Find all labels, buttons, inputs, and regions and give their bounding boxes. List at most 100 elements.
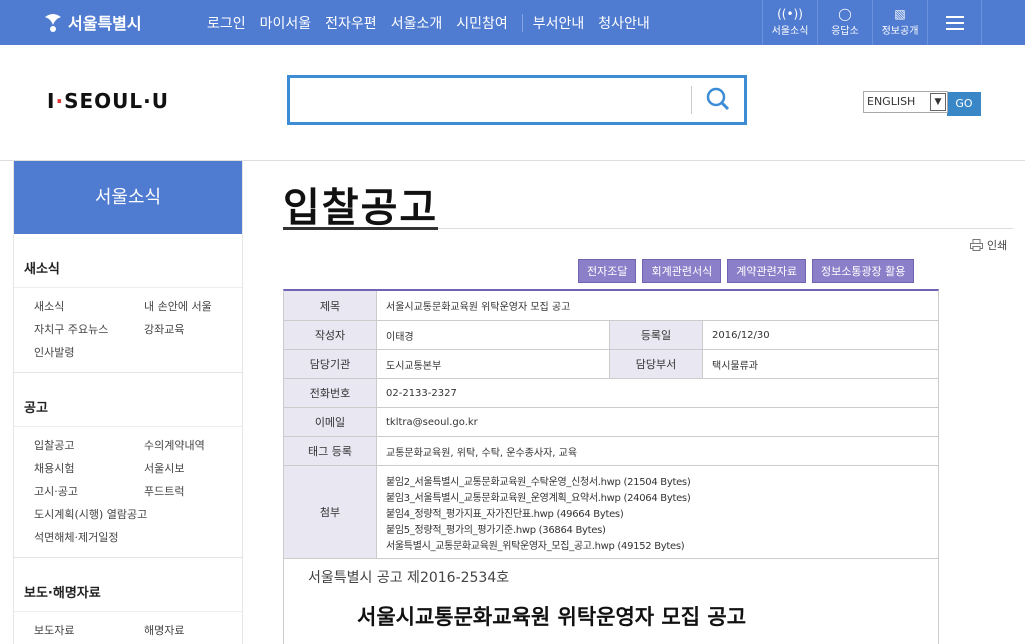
date-value: 2016/12/30	[712, 329, 770, 341]
print-button[interactable]: 인쇄	[970, 237, 1007, 253]
nav-myseoul[interactable]: 마이서울	[260, 13, 312, 33]
sidebar-item[interactable]: 해명자료	[144, 622, 254, 638]
search-divider	[691, 86, 692, 114]
e-procurement-button[interactable]: 전자조달	[578, 259, 637, 283]
accounting-forms-button[interactable]: 회계관련서식	[642, 259, 722, 283]
all-menu-button[interactable]	[927, 0, 982, 45]
email-label: 이메일	[284, 408, 377, 436]
sidebar-section-title: 공고	[14, 373, 242, 427]
sidebar-item[interactable]: 서울시보	[144, 460, 254, 476]
title-underline	[283, 227, 438, 230]
nav-participation[interactable]: 시민참여	[456, 13, 508, 33]
language-selector: ENGLISH ▼ GO	[863, 91, 981, 116]
sidebar-item[interactable]: 푸드트럭	[144, 483, 254, 499]
seoul-logo[interactable]: 서울특별시	[42, 10, 142, 34]
attachment-list: 붙임2_서울특별시_교통문화교육원_수탁운영_신청서.hwp (21504 By…	[377, 466, 691, 558]
sidebar-section-title: 새소식	[14, 234, 242, 288]
notice-body: 서울특별시 공고 제2016-2534호 서울시교통문화교육원 위탁운영자 모집…	[283, 557, 939, 644]
search-box	[287, 75, 747, 125]
news-link[interactable]: ((•)) 서울소식	[762, 0, 817, 45]
sidebar-item[interactable]: 새소식	[34, 298, 144, 314]
sidebar-item[interactable]: 고시·공고	[34, 483, 144, 499]
author-value: 이태경	[377, 321, 610, 349]
date-label: 등록일	[610, 321, 703, 349]
table-row: 이메일 tkltra@seoul.go.kr	[284, 408, 938, 437]
brand-u: ·U	[143, 89, 169, 113]
sidebar-item[interactable]: 도시계획(시행) 열람공고	[34, 506, 147, 522]
nav-email[interactable]: 전자우편	[325, 13, 377, 33]
printer-icon	[970, 239, 983, 251]
phone-label: 전화번호	[284, 379, 377, 407]
response-link[interactable]: ◯ 응답소	[817, 0, 872, 45]
attachment-link[interactable]: 서울특별시_교통문화교육원_위탁운영자_모집_공고.hwp (49152 Byt…	[386, 537, 690, 552]
sidebar-item[interactable]: 인사발령	[34, 344, 144, 360]
i-seoul-u-logo[interactable]: I·SEOUL·U	[47, 89, 169, 113]
table-row: 태그 등록 교통문화교육원, 위탁, 수탁, 운수종사자, 교육	[284, 437, 938, 466]
brand-seoul: SEOUL	[64, 89, 144, 113]
sidebar-item	[144, 506, 254, 522]
phone-value: 02-2133-2327	[386, 387, 457, 399]
related-links: 전자조달 회계관련서식 계약관련자료 정보소통광장 활용	[578, 259, 915, 283]
top-icon-menu: ((•)) 서울소식 ◯ 응답소 ▧ 정보공개	[762, 0, 982, 45]
sidebar-item[interactable]: 입찰공고	[34, 437, 144, 453]
brand-dot: ·	[55, 89, 65, 113]
org-label: 담당기관	[284, 350, 377, 378]
print-label: 인쇄	[987, 239, 1008, 252]
sidebar-section-notice: 공고 입찰공고 수의계약내역 채용시험 서울시보 고시·공고 푸드트럭 도시계획…	[14, 373, 242, 558]
notice-detail-table: 제목 서울시교통문화교육원 위탁운영자 모집 공고 작성자 이태경 등록일 20…	[283, 289, 939, 559]
table-row: 담당기관 도시교통본부 담당부서 택시물류과	[284, 350, 938, 379]
top-bar: 서울특별시 로그인 마이서울 전자우편 서울소개 시민참여 부서안내 청사안내 …	[0, 0, 1025, 45]
attachment-link[interactable]: 붙임5_정량적_평가의_평가기준.hwp (36864 Bytes)	[386, 521, 690, 536]
sidebar-item[interactable]: 석면해체·제거일정	[34, 529, 144, 545]
language-go-button[interactable]: GO	[947, 92, 981, 116]
top-nav: 로그인 마이서울 전자우편 서울소개 시민참여 부서안내 청사안내	[207, 13, 664, 33]
search-input[interactable]	[290, 78, 685, 122]
seoul-logo-icon	[42, 11, 64, 33]
chat-icon: ◯	[838, 7, 852, 21]
sidebar: 서울소식 새소식 새소식 내 손안에 서울 자치구 주요뉴스 강좌교육 인사발령…	[13, 161, 243, 644]
language-value: ENGLISH	[867, 95, 916, 108]
sidebar-title: 서울소식	[14, 161, 242, 234]
nav-departments[interactable]: 부서안내	[533, 13, 585, 33]
info-disclosure-link[interactable]: ▧ 정보공개	[872, 0, 927, 45]
sidebar-item[interactable]: 수의계약내역	[144, 437, 254, 453]
info-disclosure-label: 정보공개	[881, 26, 919, 37]
news-link-label: 서울소식	[771, 26, 809, 37]
table-row: 전화번호 02-2133-2327	[284, 379, 938, 408]
nav-divider	[521, 14, 523, 32]
chevron-down-icon: ▼	[930, 93, 946, 111]
sidebar-item[interactable]: 강좌교육	[144, 321, 254, 337]
contract-materials-button[interactable]: 계약관련자료	[727, 259, 806, 283]
sidebar-item[interactable]: 자치구 주요뉴스	[34, 321, 144, 337]
sidebar-section-title: 보도·해명자료	[14, 558, 242, 612]
nav-login[interactable]: 로그인	[207, 13, 246, 33]
broadcast-icon: ((•))	[777, 7, 803, 21]
table-row: 첨부 붙임2_서울특별시_교통문화교육원_수탁운영_신청서.hwp (21504…	[284, 466, 938, 559]
sidebar-item[interactable]: 보도자료	[34, 622, 144, 638]
sidebar-section-news: 새소식 새소식 내 손안에 서울 자치구 주요뉴스 강좌교육 인사발령	[14, 234, 242, 373]
attachment-link[interactable]: 붙임2_서울특별시_교통문화교육원_수탁운영_신청서.hwp (21504 By…	[386, 473, 691, 488]
language-select[interactable]: ENGLISH ▼	[863, 91, 948, 113]
dept-value: 택시물류과	[712, 360, 758, 372]
table-row: 제목 서울시교통문화교육원 위탁운영자 모집 공고	[284, 291, 938, 321]
attachment-link[interactable]: 붙임4_정량적_평가지표_자가진단표.hwp (49664 Bytes)	[386, 505, 690, 520]
seoul-logo-text: 서울특별시	[68, 14, 142, 33]
info-plaza-button[interactable]: 정보소통광장 활용	[811, 259, 915, 283]
response-link-label: 응답소	[831, 26, 859, 37]
page-title: 입찰공고	[283, 185, 439, 231]
subject-label: 제목	[284, 291, 377, 320]
attachment-link[interactable]: 붙임3_서울특별시_교통문화교육원_운영계획_요약서.hwp (24064 By…	[386, 489, 691, 504]
sidebar-item[interactable]: 내 손안에 서울	[144, 298, 254, 314]
email-link[interactable]: tkltra@seoul.go.kr	[377, 408, 938, 436]
tag-label: 태그 등록	[284, 437, 377, 465]
hamburger-icon	[945, 15, 964, 30]
nav-cityhall[interactable]: 청사안내	[598, 13, 650, 33]
dept-label: 담당부서	[610, 350, 703, 378]
table-row: 작성자 이태경 등록일 2016/12/30	[284, 321, 938, 350]
search-button[interactable]	[702, 84, 734, 116]
sidebar-item[interactable]: 채용시험	[34, 460, 144, 476]
nav-about[interactable]: 서울소개	[391, 13, 443, 33]
document-icon: ▧	[894, 7, 906, 21]
org-value: 도시교통본부	[377, 350, 610, 378]
tag-value: 교통문화교육원, 위탁, 수탁, 운수종사자, 교육	[386, 447, 578, 459]
